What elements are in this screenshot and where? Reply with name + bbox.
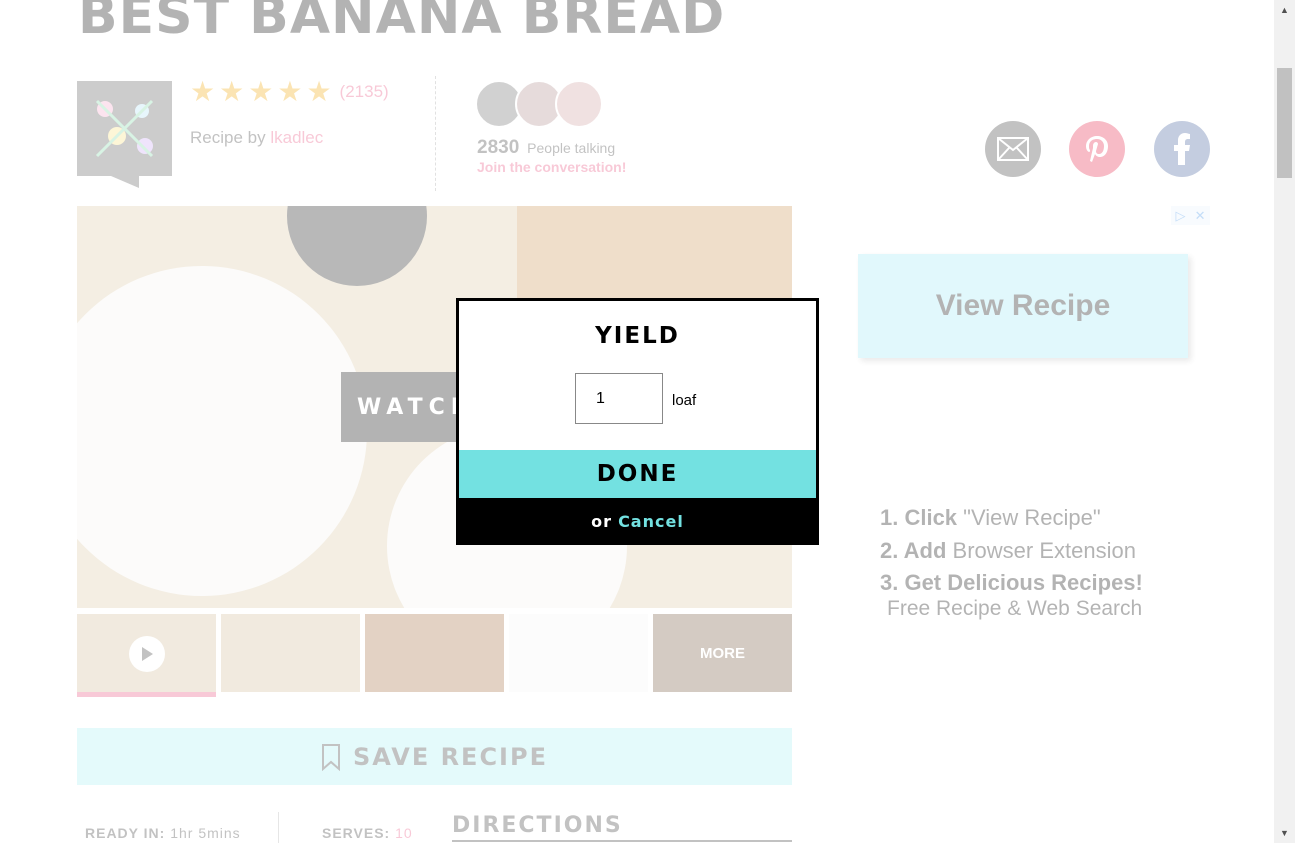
media-thumbnails: MORE: [77, 614, 792, 697]
cancel-row: or Cancel: [459, 498, 816, 545]
star-icon: ★: [277, 76, 303, 107]
serves-label: SERVES:: [322, 825, 391, 841]
star-icon: ★: [306, 76, 332, 107]
people-count: 2830: [477, 137, 520, 158]
directions-heading: DIRECTIONS: [452, 813, 792, 842]
recipe-title: BEST BANANA BREAD: [78, 0, 726, 46]
ad-choices[interactable]: ▷ ✕: [1171, 206, 1210, 225]
people-label: People talking: [527, 140, 616, 156]
done-button[interactable]: DONE: [459, 450, 816, 498]
star-icon: ★: [248, 76, 274, 107]
community-avatars[interactable]: [475, 80, 605, 128]
email-share-button[interactable]: [985, 121, 1041, 177]
rating-stars[interactable]: ★ ★ ★ ★ ★ (2135): [190, 78, 389, 106]
ad-info-icon[interactable]: ▷: [1176, 208, 1186, 224]
vertical-scrollbar[interactable]: ▲ ▼: [1274, 0, 1295, 843]
serves: SERVES: 10: [322, 825, 413, 841]
yield-input[interactable]: [575, 373, 663, 424]
thumbnail-video[interactable]: [77, 614, 216, 697]
serves-value-link[interactable]: 10: [395, 825, 413, 841]
author-avatar[interactable]: [77, 81, 172, 188]
scroll-up-arrow-icon[interactable]: ▲: [1274, 0, 1295, 20]
ad-footer: Free Recipe & Web Search: [887, 597, 1143, 620]
avatar: [555, 80, 603, 128]
join-conversation-link[interactable]: Join the conversation!: [477, 159, 626, 175]
recipe-by-label: Recipe by: [190, 128, 266, 147]
plate: [77, 266, 367, 596]
save-recipe-button[interactable]: SAVE RECIPE: [77, 728, 792, 785]
pinterest-share-button[interactable]: [1069, 121, 1125, 177]
ready-in: READY IN: 1hr 5mins: [85, 825, 241, 841]
or-label: or: [591, 512, 613, 531]
mail-icon: [997, 137, 1029, 161]
divider: [435, 76, 436, 191]
divider: [278, 812, 279, 843]
thumbnail-photo[interactable]: [365, 614, 504, 692]
coffee-cup: [287, 206, 427, 286]
yield-modal: YIELD loaf DONE or Cancel: [456, 298, 819, 545]
people-talking: 2830 People talking: [477, 137, 615, 159]
bookmark-icon: [322, 743, 341, 771]
more-label: MORE: [700, 644, 745, 662]
ad-step: 3. Get Delicious Recipes!: [880, 570, 1143, 595]
ad-step: 1. Click "View Recipe": [880, 505, 1101, 530]
ad-view-recipe-button[interactable]: View Recipe: [858, 254, 1188, 358]
play-icon: [129, 636, 165, 672]
pinterest-icon: [1086, 136, 1108, 162]
recipe-page: BEST BANANA BREAD ★ ★ ★ ★ ★ (2135) Recip…: [0, 0, 1274, 843]
star-icon: ★: [219, 76, 245, 107]
facebook-share-button[interactable]: [1154, 121, 1210, 177]
thumbnail-photo[interactable]: [221, 614, 360, 692]
rating-count[interactable]: (2135): [340, 82, 389, 102]
scroll-thumb[interactable]: [1277, 68, 1292, 178]
scroll-down-arrow-icon[interactable]: ▼: [1274, 823, 1295, 843]
modal-title: YIELD: [595, 323, 680, 349]
ready-in-value: 1hr 5mins: [170, 825, 241, 841]
author-link[interactable]: lkadlec: [270, 128, 323, 147]
cancel-link[interactable]: Cancel: [618, 512, 684, 531]
ready-in-label: READY IN:: [85, 825, 166, 841]
facebook-icon: [1174, 133, 1190, 165]
star-icon: ★: [190, 76, 216, 107]
yield-unit: loaf: [672, 392, 697, 409]
recipe-by: Recipe by lkadlec: [190, 128, 323, 148]
ad-steps: 1. Click "View Recipe" 2. Add Browser Ex…: [880, 502, 1143, 600]
author-illustration-icon: [95, 99, 154, 158]
save-recipe-label: SAVE RECIPE: [353, 742, 548, 771]
ad-close-icon[interactable]: ✕: [1195, 208, 1206, 224]
thumbnail-photo[interactable]: [509, 614, 648, 692]
thumbnail-more-button[interactable]: MORE: [653, 614, 792, 692]
ad-step: 2. Add Browser Extension: [880, 537, 1136, 563]
